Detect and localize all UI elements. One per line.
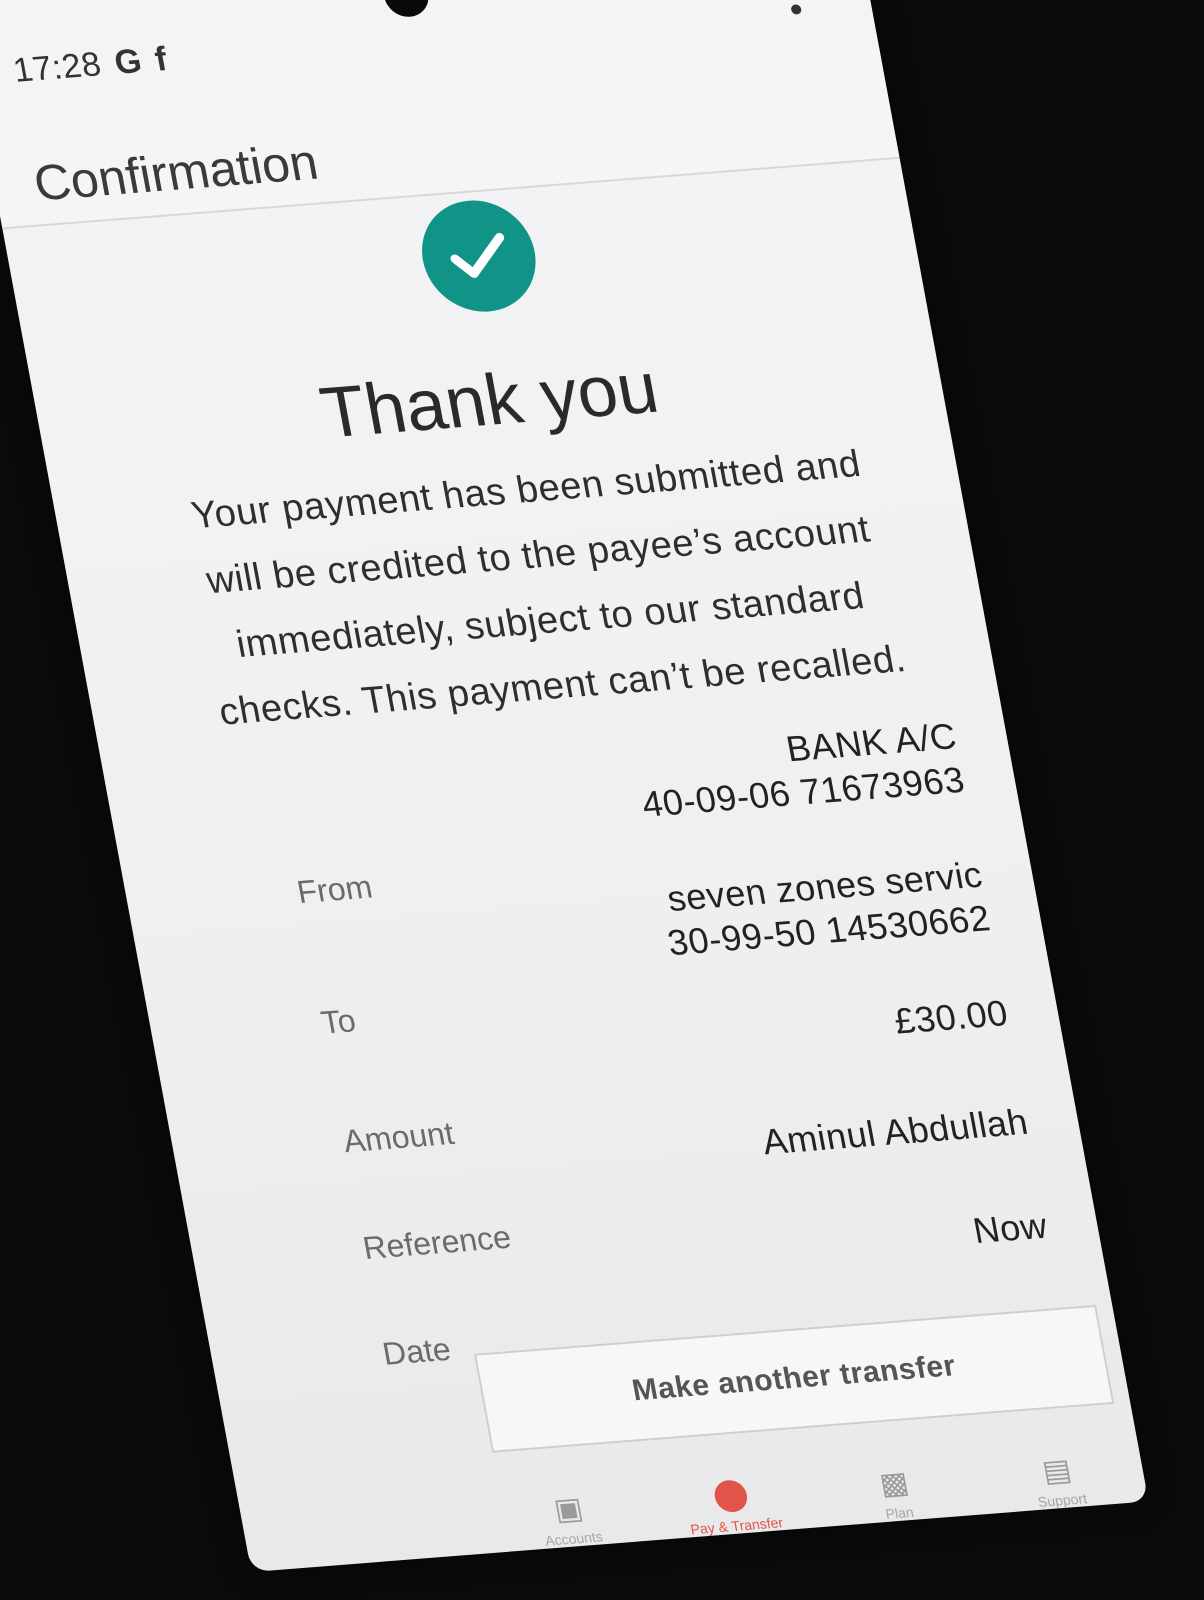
status-bar: 17:28 G f <box>10 40 170 91</box>
google-icon: G <box>111 42 145 82</box>
chat-icon: ▤ <box>1039 1453 1075 1489</box>
page-title: Confirmation <box>29 133 323 212</box>
date-value: Now <box>969 1204 1051 1252</box>
nav-label-support: Support <box>1036 1490 1089 1510</box>
confirmation-message: Your payment has been submitted and will… <box>188 443 910 734</box>
nav-item-plan[interactable]: ▩ Plan <box>817 1464 976 1527</box>
from-value: BANK A/C 40-09-06 71673963 <box>630 714 968 826</box>
more-vertical-icon[interactable] <box>783 0 804 15</box>
pay-transfer-icon <box>712 1479 751 1514</box>
nav-label-pay-transfer: Pay & Transfer <box>689 1514 785 1538</box>
nav-label-plan: Plan <box>884 1503 915 1522</box>
phone-screen: 17:28 G f Confirmation Thank you Your pa… <box>0 0 1149 1572</box>
bar-chart-icon: ▩ <box>876 1466 912 1502</box>
facebook-icon: f <box>151 40 171 79</box>
amount-value: £30.00 <box>890 992 1012 1042</box>
nav-item-accounts[interactable]: ▣ Accounts <box>491 1489 650 1552</box>
nav-item-pay-transfer[interactable]: Pay & Transfer <box>654 1474 813 1539</box>
checkmark-icon <box>450 232 505 278</box>
nav-item-support[interactable]: ▤ Support <box>980 1451 1139 1514</box>
wallet-icon: ▣ <box>551 1491 586 1527</box>
front-camera <box>380 0 433 19</box>
status-time: 17:28 <box>10 45 105 90</box>
check-circle-icon <box>412 196 545 316</box>
to-label: To <box>318 1002 359 1041</box>
date-label: Date <box>379 1330 454 1372</box>
nav-label-accounts: Accounts <box>543 1528 605 1549</box>
photo-scene: 17:28 G f Confirmation Thank you Your pa… <box>0 0 1204 1600</box>
